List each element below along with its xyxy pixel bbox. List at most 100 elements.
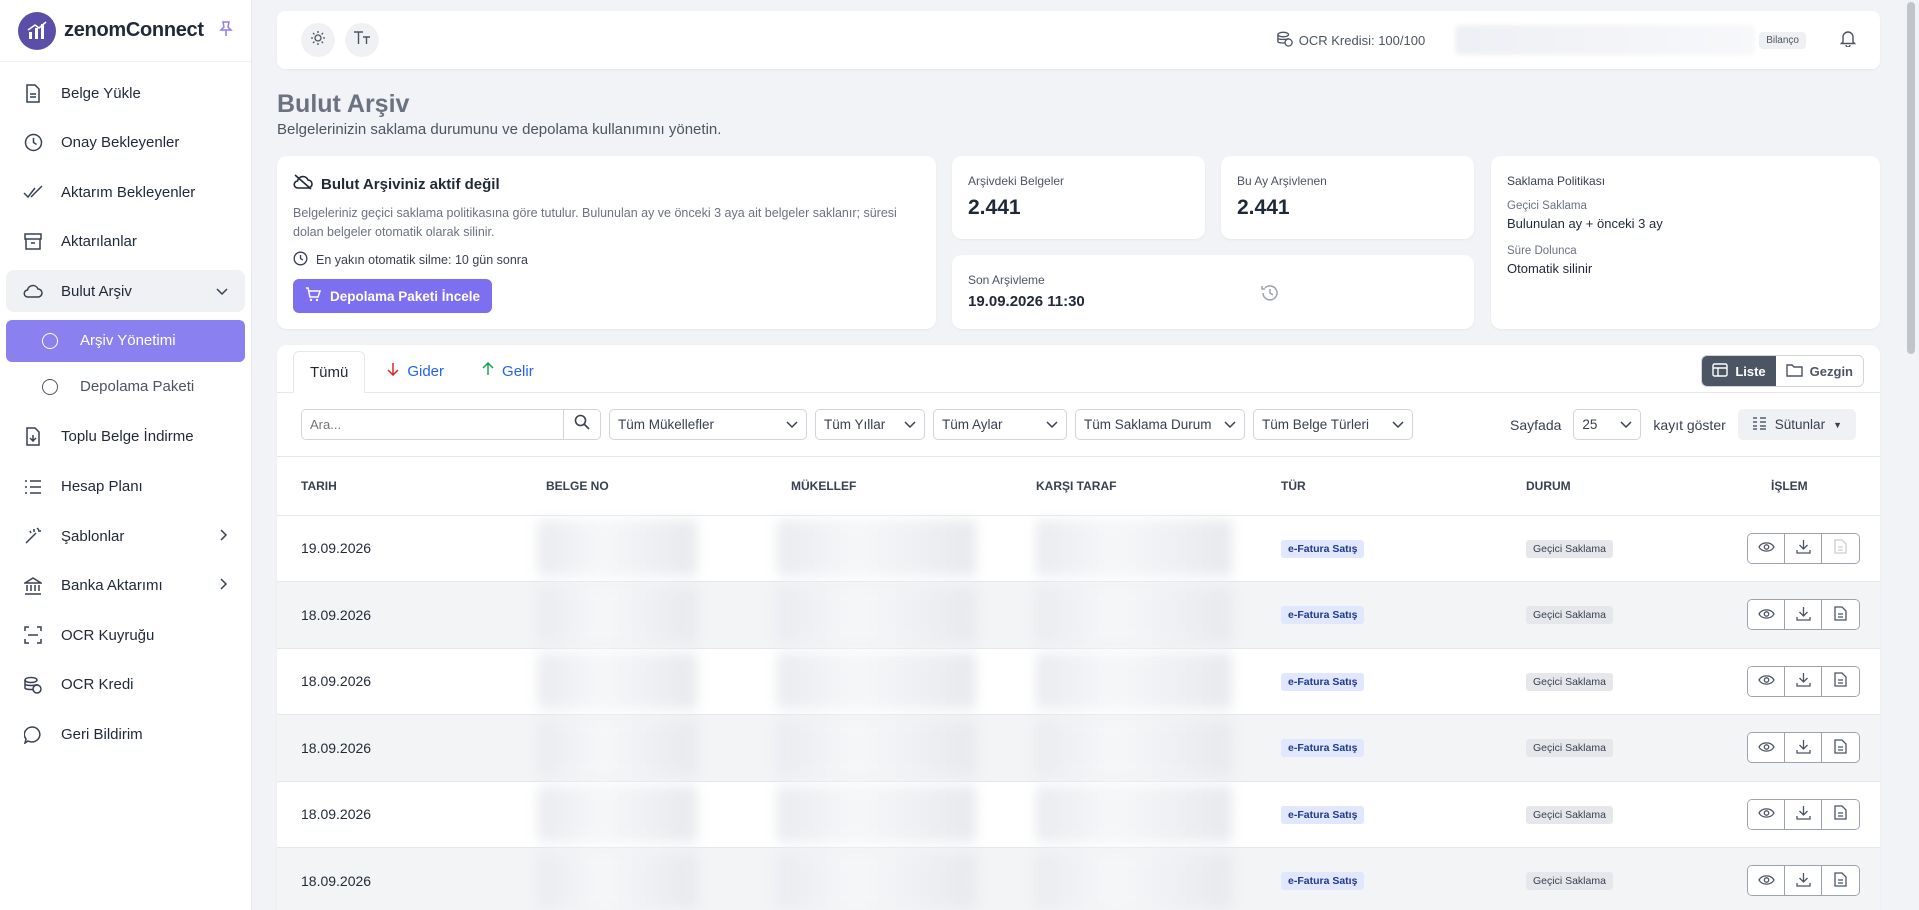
view-button[interactable] — [1748, 866, 1785, 896]
sidebar-item-bulut-arsiv[interactable]: Bulut Arşiv — [6, 270, 245, 313]
table-row[interactable]: 19.09.2026 e-Fatura Satış Geçici Saklama — [277, 515, 1880, 582]
cell-actions — [1747, 847, 1880, 910]
sidebar-item-belge-yukle[interactable]: Belge Yükle — [6, 72, 245, 114]
column-header-document-no[interactable]: Belge No — [522, 457, 767, 516]
view-button[interactable] — [1748, 600, 1785, 630]
top-bar: OCR Kredisi: 100/100 Bilanço — [277, 11, 1880, 69]
sidebar-item-onay-bekleyenler[interactable]: Onay Bekleyenler — [6, 122, 245, 164]
storage-package-button[interactable]: Depolama Paketi İncele — [293, 279, 493, 313]
sidebar-item-aktarim-bekleyenler[interactable]: Aktarım Bekleyenler — [6, 171, 245, 213]
show-records-label: kayıt göster — [1653, 416, 1726, 433]
download-button[interactable] — [1785, 733, 1822, 763]
document-button[interactable] — [1822, 799, 1859, 829]
document-type-select[interactable]: Tüm Belge Türleri — [1253, 409, 1413, 440]
sidebar-item-sablonlar[interactable]: Şablonlar — [6, 515, 245, 557]
font-size-button[interactable] — [345, 23, 379, 57]
cell-status: Geçici Saklama — [1502, 714, 1747, 782]
view-button[interactable] — [1748, 533, 1785, 563]
user-selector[interactable] — [1455, 25, 1756, 55]
document-button[interactable] — [1822, 733, 1859, 763]
column-header-taxpayer[interactable]: Mükellef — [767, 457, 1012, 516]
pin-icon[interactable] — [219, 20, 233, 41]
page-scrollbar[interactable] — [1906, 0, 1916, 910]
archive-status-description: Belgeleriniz geçici saklama politikasına… — [293, 206, 897, 239]
redacted-document-no — [538, 653, 697, 710]
row-date: 18.09.2026 — [301, 606, 372, 623]
cell-actions — [1747, 515, 1880, 582]
month-select[interactable]: Tüm Aylar — [933, 409, 1067, 440]
view-button[interactable] — [1748, 733, 1785, 763]
column-header-date[interactable]: Tarih — [277, 457, 522, 516]
view-button[interactable] — [1748, 799, 1785, 829]
archive-status-card: Bulut Arşiviniz aktif değil Belgeleriniz… — [277, 156, 936, 329]
cell-actions — [1747, 714, 1880, 782]
column-header-counterparty[interactable]: Karşı Taraf — [1012, 457, 1257, 516]
brand-logo-icon[interactable] — [18, 11, 56, 50]
temporary-storage-value: Bulunulan ay + önceki 3 ay — [1507, 216, 1663, 231]
download-button[interactable] — [1785, 866, 1822, 896]
ocr-credit-indicator[interactable]: OCR Kredisi: 100/100 — [1276, 31, 1425, 50]
sidebar-item-banka-aktarimi[interactable]: Banka Aktarımı — [6, 565, 245, 607]
tab-all[interactable]: Tümü — [293, 351, 366, 393]
tab-all-label: Tümü — [310, 363, 349, 381]
view-button[interactable] — [1748, 666, 1785, 696]
tab-income[interactable]: Gelir — [466, 350, 550, 392]
documents-table-card: Tümü Gider Gelir Liste Gezgin Ara... Tüm… — [277, 345, 1880, 910]
sidebar-item-label: Bulut Arşiv — [61, 282, 132, 300]
table-row[interactable]: 18.09.2026 e-Fatura Satış Geçici Saklama — [277, 648, 1880, 715]
cart-icon — [305, 287, 330, 305]
redacted-counterparty — [1036, 852, 1232, 909]
retention-status-select[interactable]: Tüm Saklama Durum — [1075, 409, 1245, 440]
status-badge: Geçici Saklama — [1526, 606, 1613, 625]
search-button[interactable] — [564, 410, 600, 439]
eye-icon — [1757, 873, 1775, 889]
sidebar-subitem-label: Arşiv Yönetimi — [80, 332, 176, 350]
tab-income-label: Gelir — [502, 362, 534, 380]
company-badge: Bilanço — [1759, 31, 1806, 49]
theme-toggle-button[interactable] — [301, 23, 335, 57]
table-row[interactable]: 18.09.2026 e-Fatura Satış Geçici Saklama — [277, 781, 1880, 848]
download-button[interactable] — [1785, 666, 1822, 696]
list-view-button[interactable]: Liste — [1702, 356, 1776, 386]
bell-icon[interactable] — [1839, 29, 1857, 52]
sidebar-subitem-depolama-paketi[interactable]: Depolama Paketi — [6, 366, 245, 408]
table-row[interactable]: 18.09.2026 e-Fatura Satış Geçici Saklama — [277, 847, 1880, 910]
redacted-taxpayer — [777, 520, 976, 577]
caret-down-icon: ▼ — [1833, 419, 1842, 430]
table-row[interactable]: 18.09.2026 e-Fatura Satış Geçici Saklama — [277, 714, 1880, 782]
column-header-status[interactable]: Durum — [1502, 457, 1747, 516]
column-header-type[interactable]: Tür — [1257, 457, 1502, 516]
document-button[interactable] — [1822, 533, 1859, 563]
year-select[interactable]: Tüm Yıllar — [815, 409, 925, 440]
explorer-view-button[interactable]: Gezgin — [1775, 356, 1863, 386]
download-button[interactable] — [1785, 533, 1822, 563]
sidebar-item-ocr-kredi[interactable]: OCR Kredi — [6, 664, 245, 706]
chevron-right-icon — [220, 577, 228, 594]
redacted-document-no — [538, 852, 697, 909]
tab-expense[interactable]: Gider — [371, 350, 460, 392]
download-button[interactable] — [1785, 600, 1822, 630]
row-date: 19.09.2026 — [301, 540, 372, 557]
last-archive-label: Son Arşivleme — [968, 273, 1045, 287]
sidebar-item-toplu-belge-indirme[interactable]: Toplu Belge İndirme — [6, 416, 245, 458]
cell-status: Geçici Saklama — [1502, 781, 1747, 848]
search-input[interactable] — [302, 410, 565, 439]
page-size-select[interactable]: 25 — [1573, 409, 1642, 440]
sidebar-item-ocr-kuyrugu[interactable]: OCR Kuyruğu — [6, 614, 245, 656]
sidebar-item-aktarilanlar[interactable]: Aktarılanlar — [6, 221, 245, 263]
document-button[interactable] — [1822, 866, 1859, 896]
sidebar-item-geri-bildirim[interactable]: Geri Bildirim — [6, 714, 245, 756]
download-button[interactable] — [1785, 799, 1822, 829]
type-badge: e-Fatura Satış — [1281, 872, 1365, 891]
scrollbar-thumb[interactable] — [1907, 2, 1915, 354]
cell-taxpayer — [767, 781, 1012, 848]
taxpayer-select[interactable]: Tüm Mükellefler — [609, 409, 807, 440]
document-icon — [1834, 739, 1847, 757]
document-button[interactable] — [1822, 666, 1859, 696]
sidebar-item-hesap-plani[interactable]: Hesap Planı — [6, 466, 245, 508]
table-row[interactable]: 18.09.2026 e-Fatura Satış Geçici Saklama — [277, 581, 1880, 649]
columns-button[interactable]: Sütunlar ▼ — [1737, 409, 1856, 440]
type-badge: e-Fatura Satış — [1281, 672, 1365, 691]
document-button[interactable] — [1822, 600, 1859, 630]
sidebar-subitem-arsiv-yonetimi[interactable]: Arşiv Yönetimi — [6, 319, 245, 362]
